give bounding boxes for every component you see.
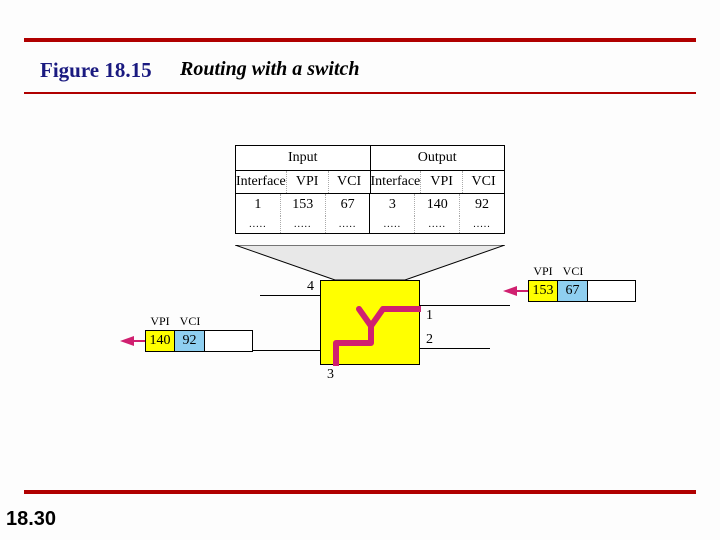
cell-out-vpi: 140 <box>415 194 460 216</box>
outgoing-cell: VPI VCI 140 92 <box>145 330 253 352</box>
dots: ..... <box>370 216 415 233</box>
bottom-rule <box>24 490 696 494</box>
dots: ..... <box>415 216 460 233</box>
incoming-payload <box>588 280 636 302</box>
dots: ..... <box>236 216 281 233</box>
col-vpi-out: VPI <box>421 171 463 193</box>
col-interface-in: Interface <box>236 171 287 193</box>
outgoing-arrow-icon <box>120 336 134 346</box>
port-2-line <box>420 348 490 349</box>
port-4-line <box>260 295 320 296</box>
table-to-switch-funnel <box>235 245 505 280</box>
incoming-vpi: 153 <box>528 280 558 302</box>
port-1-label: 1 <box>426 308 433 324</box>
port-2-label: 2 <box>426 332 433 348</box>
cell-out-interface: 3 <box>370 194 415 216</box>
routing-table: Input Output Interface VPI VCI Interface… <box>235 145 505 234</box>
dots: ..... <box>460 216 504 233</box>
incoming-cell: VPI VCI 153 67 <box>528 280 636 302</box>
col-vci-in: VCI <box>329 171 371 193</box>
incoming-vci: 67 <box>558 280 588 302</box>
dots: ..... <box>326 216 371 233</box>
col-vpi-in: VPI <box>287 171 329 193</box>
outgoing-vci: 92 <box>175 330 205 352</box>
routing-table-input-header: Input <box>236 146 371 171</box>
cell-in-interface: 1 <box>236 194 281 216</box>
switch-path-icon <box>321 281 421 366</box>
dots: ..... <box>281 216 326 233</box>
vpi-header: VPI <box>528 264 558 279</box>
col-interface-out: Interface <box>371 171 422 193</box>
outgoing-vpi: 140 <box>145 330 175 352</box>
port-3-label: 3 <box>327 367 334 383</box>
outgoing-payload <box>205 330 253 352</box>
col-vci-out: VCI <box>463 171 504 193</box>
incoming-arrow-icon <box>503 286 517 296</box>
cell-out-vci: 92 <box>460 194 504 216</box>
page-number: 18.30 <box>6 508 56 531</box>
vci-header: VCI <box>175 314 205 329</box>
vpi-header: VPI <box>145 314 175 329</box>
diagram-stage: Input Output Interface VPI VCI Interface… <box>0 0 720 540</box>
cell-in-vpi: 153 <box>281 194 326 216</box>
vci-header: VCI <box>558 264 588 279</box>
switch-box <box>320 280 420 365</box>
routing-table-output-header: Output <box>371 146 505 171</box>
cell-in-vci: 67 <box>326 194 371 216</box>
port-4-label: 4 <box>307 279 314 295</box>
port-1-line <box>420 305 510 306</box>
